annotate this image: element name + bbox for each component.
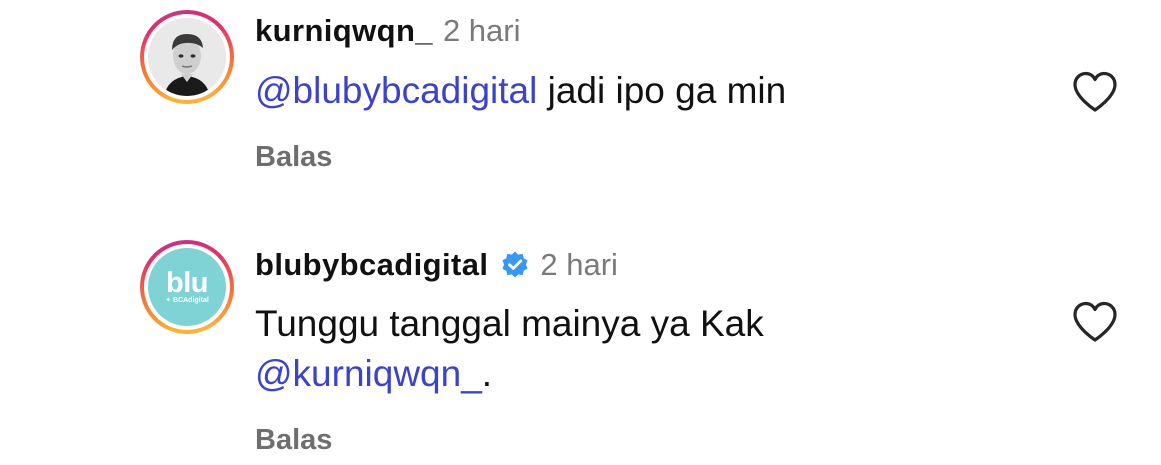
- story-ring-avatar[interactable]: blu ✦ BCAdigital: [140, 240, 234, 334]
- username[interactable]: blubybcadigital: [255, 247, 488, 283]
- comment-header: kurniqwqn_ 2 hari: [255, 13, 521, 49]
- timestamp: 2 hari: [540, 247, 618, 282]
- profile-photo: [148, 18, 226, 96]
- comment-body-end: .: [481, 353, 493, 394]
- heart-outline-icon[interactable]: [1071, 70, 1119, 114]
- reply-button[interactable]: Balas: [255, 141, 332, 174]
- mention-link[interactable]: @kurniqwqn_: [255, 353, 482, 394]
- story-ring-avatar[interactable]: [140, 10, 234, 104]
- username[interactable]: kurniqwqn_: [255, 13, 433, 49]
- verified-badge-icon: [502, 251, 528, 278]
- comment-header: blubybcadigital 2 hari: [255, 247, 618, 283]
- comment-body: Tunggu tanggal mainya ya Kak: [255, 303, 764, 344]
- comment-text: Tunggu tanggal mainya ya Kak @kurniqwqn_…: [255, 299, 764, 399]
- avatar: [148, 18, 226, 96]
- mention-link[interactable]: @blubybcadigital: [255, 70, 537, 111]
- heart-outline-icon[interactable]: [1071, 300, 1119, 344]
- blu-logo: blu: [166, 266, 209, 299]
- reply-button[interactable]: Balas: [255, 424, 332, 457]
- comment-body: jadi ipo ga min: [537, 70, 787, 111]
- comment-text: @blubybcadigital jadi ipo ga min: [255, 66, 786, 116]
- blu-logo-subtitle: ✦ BCAdigital: [165, 296, 209, 304]
- timestamp: 2 hari: [442, 13, 521, 48]
- avatar: blu ✦ BCAdigital: [148, 248, 226, 326]
